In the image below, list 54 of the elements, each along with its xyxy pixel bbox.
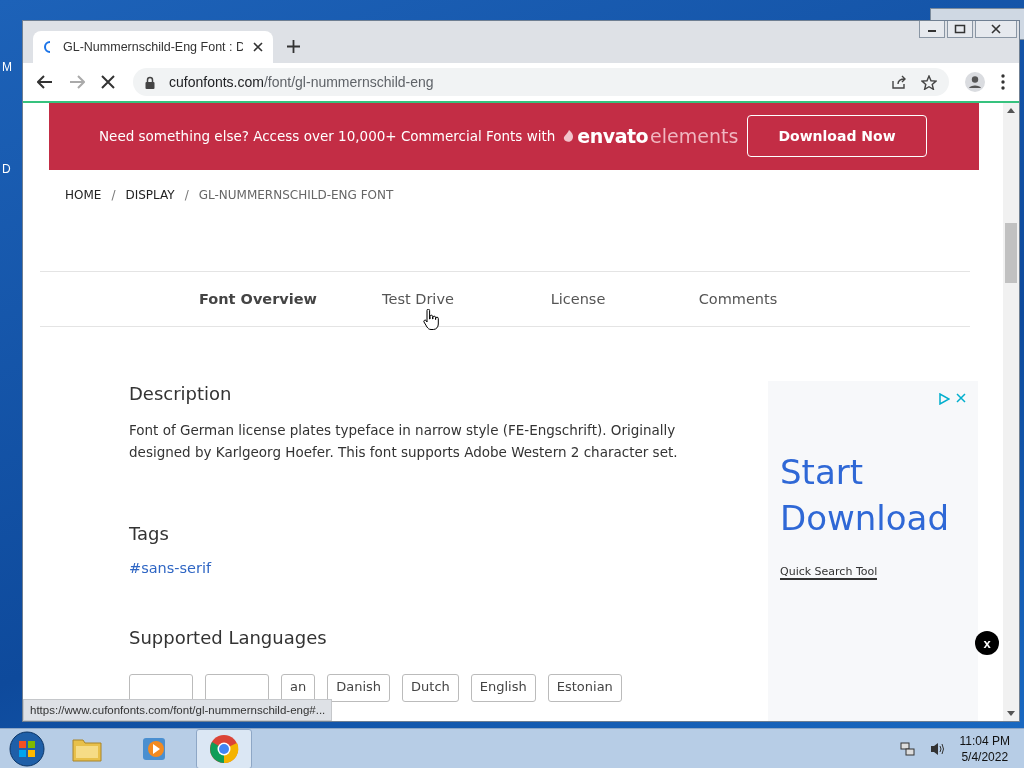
scrollbar-thumb[interactable] (1005, 223, 1017, 283)
page-tab[interactable]: Font Overview (178, 291, 338, 308)
page-tab[interactable]: License (498, 291, 658, 308)
back-icon[interactable] (37, 75, 53, 89)
menu-icon[interactable] (1001, 74, 1005, 90)
scroll-up-icon[interactable] (1007, 107, 1015, 113)
hand-cursor-icon (423, 309, 439, 331)
breadcrumb-link[interactable]: HOME (65, 188, 102, 202)
section-heading: Tags (129, 523, 170, 544)
breadcrumb-link[interactable]: DISPLAY (125, 188, 175, 202)
status-url: https://www.cufonfonts.com/font/gl-nummernschild-eng#... (23, 699, 333, 721)
close-button[interactable] (975, 21, 1017, 38)
star-icon[interactable] (921, 74, 937, 90)
language-tag[interactable]: English (470, 674, 536, 702)
tag-link[interactable]: #sans-serif (129, 560, 212, 576)
new-tab-icon[interactable] (287, 40, 300, 53)
download-now-button[interactable]: Download Now (747, 115, 927, 158)
clock-date[interactable]: 5/4/2022 (961, 748, 1009, 765)
speaker-icon[interactable] (929, 740, 946, 757)
section-heading: Description (129, 383, 233, 404)
desktop-icon-label: D (2, 162, 11, 176)
share-icon[interactable] (892, 75, 907, 89)
stop-icon[interactable] (101, 75, 115, 89)
restore-icon (954, 24, 966, 34)
taskbar-button[interactable] (196, 728, 252, 768)
ad-close-button[interactable]: x (975, 631, 999, 655)
breadcrumb-separator: / (184, 188, 189, 202)
language-tag[interactable]: Dutch (402, 674, 459, 702)
breadcrumb-separator: / (111, 188, 116, 202)
close-icon (990, 24, 1002, 34)
start-orb-icon[interactable] (8, 729, 46, 768)
description-text: Font of German license plates typeface in narrow style (FE-Engschrift). Originally designed by Karlgeorg Hoefer. This font supports Adobe Western 2 character set. (129, 421, 679, 462)
browser-logo-icon (209, 733, 239, 764)
desktop-icon-label: M (2, 60, 12, 74)
ad-headline[interactable]: Start Download (780, 449, 960, 541)
minimize-button[interactable] (919, 21, 945, 38)
address-bar[interactable]: cufonfonts.com/font/gl-nummernschild-eng (133, 68, 949, 96)
close-icon[interactable] (253, 42, 263, 52)
url-host: cufonfonts.com (169, 74, 264, 90)
section-heading: Supported Languages (129, 627, 328, 648)
page-tab[interactable]: Test Drive (338, 291, 498, 308)
lock-icon (145, 75, 155, 89)
brand-logo: envatoelements (563, 125, 739, 148)
url-path: /font/gl-nummernschild-eng (263, 74, 434, 90)
ad-link[interactable]: Quick Search Tool (780, 565, 878, 580)
scrollbar[interactable] (1003, 103, 1019, 721)
restore-button[interactable] (947, 21, 973, 38)
page-tab[interactable]: Comments (658, 291, 818, 308)
banner-text: Need something else? Access over 10,000+ Commercial Fonts with (99, 128, 556, 145)
clock-time[interactable]: 11:04 PM (959, 732, 1010, 749)
profile-icon[interactable] (965, 72, 985, 92)
language-tag[interactable]: Estonian (547, 674, 622, 702)
network-icon[interactable] (899, 740, 916, 757)
scroll-down-icon[interactable] (1007, 711, 1015, 717)
